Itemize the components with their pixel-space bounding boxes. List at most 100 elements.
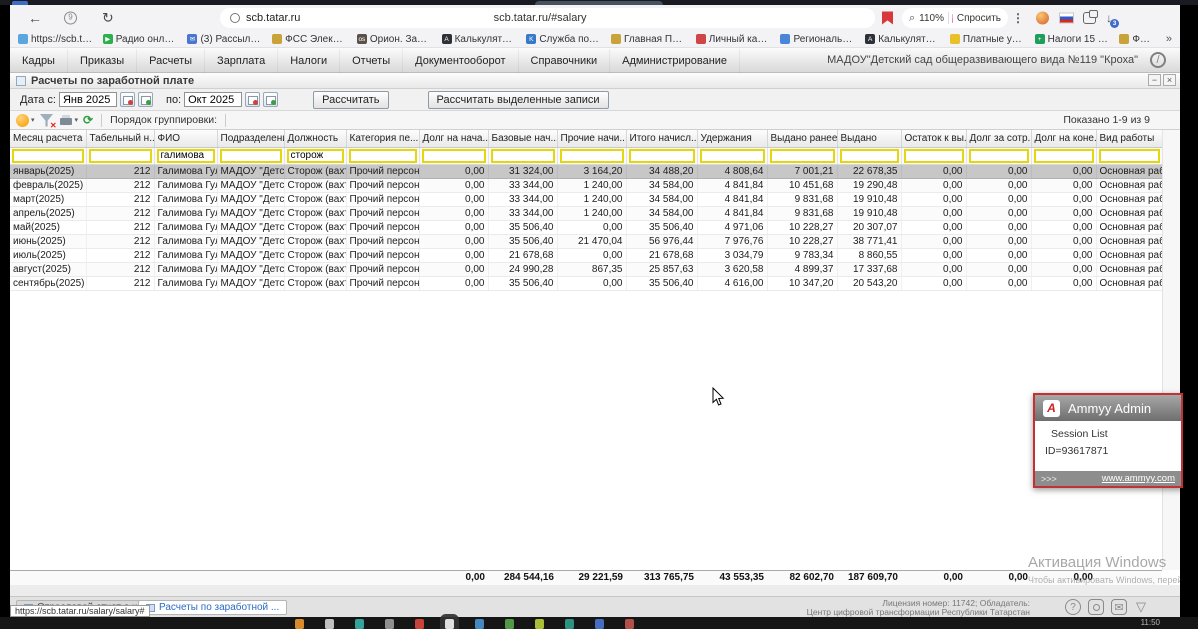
table-row[interactable]: январь(2025)212Галимова Гульс...МАДОУ "Д…	[10, 164, 1163, 179]
extension-circle-icon[interactable]: 9	[64, 11, 77, 25]
filter-input[interactable]	[699, 148, 765, 163]
bookmark-item[interactable]: osОрион. Зарплатн	[356, 34, 432, 45]
bookmark-item[interactable]: https://scb.tatar.r	[18, 34, 93, 45]
menu-item[interactable]: Справочники	[519, 49, 611, 73]
help-icon[interactable]: ?	[1065, 599, 1081, 615]
filter-input[interactable]	[903, 148, 964, 163]
bookmark-item[interactable]: ФСГ(	[1119, 34, 1156, 45]
table-row[interactable]: март(2025)212Галимова Гульс...МАДОУ "Дет…	[10, 192, 1163, 207]
tab-groups-icon[interactable]	[1083, 10, 1098, 24]
export-icon[interactable]	[16, 113, 29, 127]
taskbar-app-icon[interactable]	[535, 619, 544, 629]
bookmark-flag-icon[interactable]	[882, 11, 893, 25]
taskbar-app-icon[interactable]	[595, 619, 604, 629]
bookmark-item[interactable]: AКалькулятор нал	[441, 34, 516, 45]
filter-input[interactable]	[490, 148, 555, 163]
rewards-icon[interactable]	[1036, 11, 1049, 25]
refresh-icon[interactable]: ⟳	[83, 113, 93, 127]
calendar-add-icon[interactable]	[137, 92, 153, 107]
feedback-icon[interactable]: ✉	[1111, 599, 1127, 615]
bookmark-item[interactable]: Платные услуги	[949, 34, 1025, 45]
filter-input[interactable]	[12, 148, 84, 163]
menu-item[interactable]: Отчеты	[340, 49, 404, 73]
column-header[interactable]: Месяц расчета	[10, 130, 87, 148]
minimize-icon[interactable]: −	[1148, 74, 1161, 86]
filter-input[interactable]	[421, 148, 486, 163]
taskbar-app-icon[interactable]	[475, 619, 484, 629]
column-header[interactable]: Долг на нача...	[419, 130, 489, 148]
column-header[interactable]: ФИО	[154, 130, 218, 148]
column-header[interactable]: Подразделение	[217, 130, 285, 148]
filter-input[interactable]	[769, 148, 835, 163]
table-row[interactable]: июль(2025)212Галимова Гульс...МАДОУ "Дет…	[10, 248, 1163, 263]
calendar-add-icon[interactable]	[263, 92, 279, 107]
bookmark-item[interactable]: ▶Радио онлайн – с	[102, 34, 177, 45]
calendar-icon[interactable]	[245, 92, 261, 107]
table-row[interactable]: август(2025)212Галимова Гульс...МАДОУ "Д…	[10, 262, 1163, 277]
taskbar-app-icon[interactable]	[325, 619, 334, 629]
table-row[interactable]: май(2025)212Галимова Гульс...МАДОУ "Детс…	[10, 220, 1163, 235]
taskbar-app-icon[interactable]	[385, 619, 394, 629]
menu-item[interactable]: Администрирование	[610, 49, 741, 73]
scrollbar[interactable]	[1162, 130, 1180, 570]
downloads-icon[interactable]: ↓ 3	[1106, 11, 1119, 28]
menu-item[interactable]: Документооборот	[403, 49, 519, 73]
bookmark-item[interactable]: AКалькулятор рас	[865, 34, 940, 45]
menu-item[interactable]: Налоги	[278, 49, 341, 73]
zoom-level[interactable]: 110%	[919, 13, 944, 24]
table-row[interactable]: февраль(2025)212Галимова Гульс...МАДОУ "…	[10, 178, 1163, 193]
column-header[interactable]: Табельный н...	[86, 130, 155, 148]
clear-filter-icon[interactable]	[40, 114, 57, 130]
close-icon[interactable]: ×	[1163, 74, 1176, 86]
bookmark-item[interactable]: +Налоги 15 сад - G	[1034, 34, 1109, 45]
taskbar-app-icon[interactable]	[565, 619, 574, 629]
table-row[interactable]: июнь(2025)212Галимова Гульс...МАДОУ "Дет…	[10, 234, 1163, 249]
bookmark-item[interactable]: ✉(3) Рассылки - По	[187, 34, 262, 45]
ammyy-titlebar[interactable]: A Ammyy Admin	[1035, 395, 1181, 421]
menu-item[interactable]: Зарплата	[205, 49, 279, 73]
bookmark-item[interactable]: ФСС Электронны	[272, 34, 347, 45]
russia-flag-icon[interactable]	[1059, 12, 1074, 24]
reload-icon[interactable]: ↻	[102, 10, 114, 27]
calculate-selected-button[interactable]: Рассчитать выделенные записи	[427, 90, 609, 109]
column-header[interactable]: Долг за сотр...	[966, 130, 1032, 148]
screenshot-icon[interactable]	[1088, 599, 1104, 615]
ask-button[interactable]: Спросить	[957, 13, 1001, 24]
filter-input[interactable]	[88, 148, 152, 163]
table-row[interactable]: апрель(2025)212Галимова Гульс...МАДОУ "Д…	[10, 206, 1163, 221]
table-row[interactable]: сентябрь(2025)212Галимова Гульс...МАДОУ …	[10, 276, 1163, 291]
bookmark-item[interactable]: Личный кабинет	[695, 34, 770, 45]
date-from-input[interactable]	[58, 92, 117, 107]
menu-item[interactable]: Кадры	[10, 49, 68, 73]
column-header[interactable]: Вид работы	[1096, 130, 1163, 148]
menu-item[interactable]: Расчеты	[137, 49, 206, 73]
column-header[interactable]: Должность	[284, 130, 347, 148]
filter-input[interactable]	[968, 148, 1029, 163]
bookmarks-overflow-icon[interactable]: »	[1166, 33, 1172, 45]
back-icon[interactable]: ←	[28, 10, 42, 26]
filter-input[interactable]	[628, 148, 695, 163]
session-clock-icon[interactable]: /	[1150, 52, 1166, 68]
print-icon[interactable]	[59, 114, 73, 127]
taskbar-app-icon[interactable]	[505, 619, 514, 629]
address-bar[interactable]: scb.tatar.ru scb.tatar.ru/#salary	[220, 8, 875, 28]
filter-input[interactable]	[219, 148, 282, 163]
calendar-icon[interactable]	[119, 92, 135, 107]
taskbar-app-icon[interactable]	[295, 619, 304, 629]
filter-input[interactable]	[559, 148, 624, 163]
column-header[interactable]: Прочие начи...	[557, 130, 627, 148]
bookmark-item[interactable]: KСлужба поддерж	[526, 34, 601, 45]
zoom-icon[interactable]: ⌕	[909, 12, 915, 25]
taskbar-app-icon[interactable]	[445, 619, 454, 629]
bookmark-item[interactable]: Региональная ин	[780, 34, 855, 45]
menu-item[interactable]: Приказы	[68, 49, 138, 73]
column-header[interactable]: Удержания	[697, 130, 768, 148]
column-header[interactable]: Долг на коне...	[1031, 130, 1097, 148]
taskbar-app-icon[interactable]	[415, 619, 424, 629]
collapse-chevron-icon[interactable]: ▽	[1134, 599, 1148, 615]
calculate-button[interactable]: Рассчитать	[313, 90, 389, 109]
column-header[interactable]: Выдано ранее	[767, 130, 838, 148]
ammyy-expand-button[interactable]: >>>	[1041, 474, 1057, 484]
filter-input[interactable]	[1098, 148, 1160, 163]
chevron-down-icon[interactable]: ▾	[31, 116, 35, 124]
